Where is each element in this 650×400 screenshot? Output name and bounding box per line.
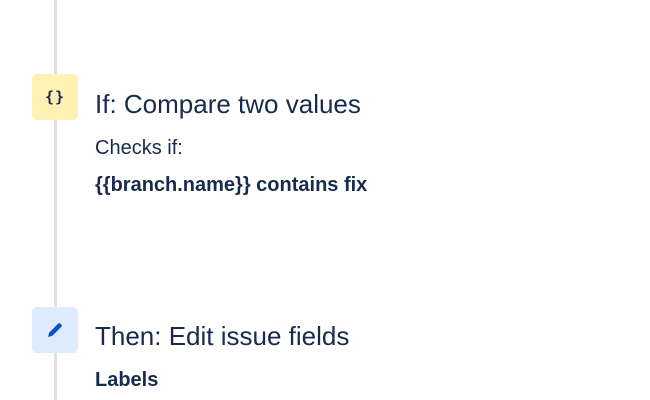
curly-braces-icon: {} [32,74,78,120]
action-title: Then: Edit issue fields [95,321,350,351]
condition-title: If: Compare two values [95,89,361,119]
pencil-icon [32,307,78,353]
pencil-icon-graphic [48,323,62,337]
action-detail: Labels [95,369,159,391]
condition-detail: {{branch.name}} contains fix [95,174,368,196]
condition-icon-glyph: {} [44,88,66,106]
condition-description: Checks if: [95,137,183,159]
